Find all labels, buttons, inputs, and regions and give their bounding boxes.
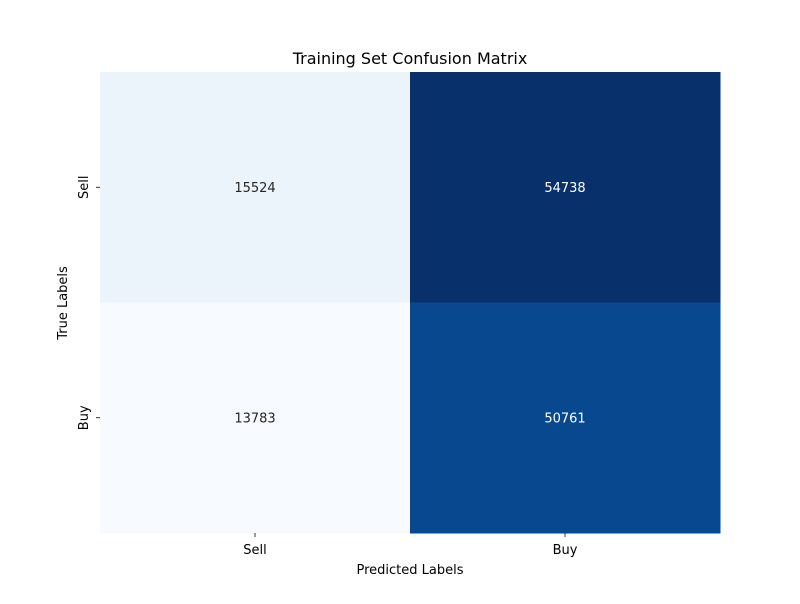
cell-value-sell-sell: 15524 [234,181,275,196]
x-tick-label-sell: Sell [243,543,266,558]
heatmap-cells: 15524 54738 13783 50761 [100,72,721,534]
chart-title: Training Set Confusion Matrix [292,49,528,68]
cell-value-buy-sell: 13783 [234,411,275,426]
confusion-matrix-chart: Training Set Confusion Matrix 15524 54738… [56,49,721,578]
x-axis-label: Predicted Labels [356,563,463,578]
chart-container: Training Set Confusion Matrix 15524 54738… [0,0,800,600]
y-axis-label: True Labels [56,266,71,341]
y-tick-label-sell: Sell [77,176,92,199]
cell-value-buy-buy: 50761 [544,411,585,426]
cell-value-sell-buy: 54738 [544,181,585,196]
y-tick-label-buy: Buy [77,405,92,430]
x-tick-label-buy: Buy [553,543,578,558]
